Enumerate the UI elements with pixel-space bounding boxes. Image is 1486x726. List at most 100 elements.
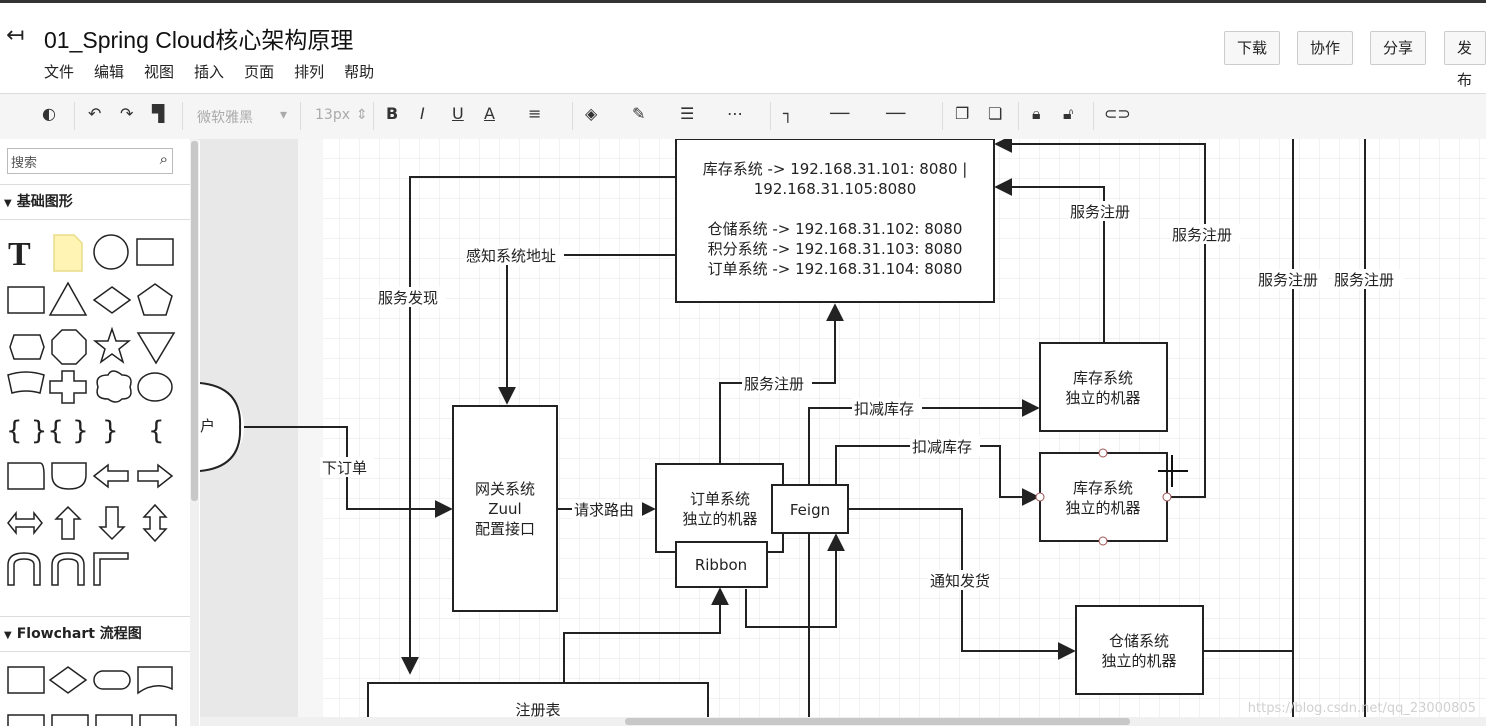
start-arrow-icon[interactable]: ── (830, 104, 849, 123)
right-arrow-shape-icon (137, 463, 174, 489)
decision-shape-icon (48, 666, 88, 694)
cross-shape-icon (49, 370, 87, 404)
style-icon[interactable]: ◐ (42, 104, 56, 123)
shape-sidebar: 搜索 ⌕ ▼ 基础图形 T { }{ } } {▼ Flowchart 流程图 (0, 139, 191, 726)
cloud-shape-icon (96, 370, 132, 403)
brace-left-shape-icon: { (148, 416, 165, 446)
rectangle-shape-icon (136, 238, 174, 266)
menu-page[interactable]: 页面 (244, 61, 274, 82)
connector-type-icon[interactable]: ┐ (783, 104, 793, 123)
document-shape-icon (137, 666, 173, 695)
format-painter-icon[interactable]: ▜ (152, 104, 164, 123)
search-placeholder: 搜索 (11, 156, 38, 171)
download-button[interactable]: 下载 (1224, 31, 1281, 65)
updown-arrow-shape-icon (142, 503, 168, 543)
document-title[interactable]: 01_Spring Cloud核心架构原理 (44, 21, 353, 55)
link-icon[interactable]: ⊂⊃ (1104, 104, 1131, 123)
sidebar-scrollbar[interactable] (190, 139, 199, 726)
label-order-register: 服务注册 (744, 375, 804, 393)
italic-button[interactable]: I (420, 104, 425, 123)
label-register-far-1: 服务注册 (1258, 271, 1318, 289)
sidebar-scroll-thumb[interactable] (191, 141, 198, 501)
flow-shape-icon-c (95, 714, 133, 726)
menu-file[interactable]: 文件 (44, 61, 74, 82)
menu-arrange[interactable]: 排列 (294, 61, 324, 82)
line-dash-icon[interactable]: ⋯ (727, 104, 743, 123)
lock-icon[interactable]: 🔒︎ (1032, 104, 1041, 124)
registry-line-1: 库存系统 -> 192.168.31.101: 8080 | (703, 160, 968, 178)
u-turn-shape-icon (7, 552, 41, 586)
diagram-canvas[interactable]: 户 库存系统 -> 192.168.31.101: 8080 | 192.168… (200, 139, 1486, 726)
funnel-shape-icon (136, 332, 176, 365)
shape-search-input[interactable]: 搜索 ⌕ (7, 148, 173, 174)
canvas-scroll-thumb[interactable] (625, 718, 1130, 725)
font-size-input[interactable]: 13px (315, 107, 350, 123)
corner-shape-icon (93, 552, 129, 586)
ribbon-label: Ribbon (695, 556, 747, 574)
label-request-routing: 请求路由 (574, 501, 634, 519)
left-arrow-shape-icon (92, 463, 129, 489)
publish-button[interactable]: 发布 (1444, 31, 1486, 89)
collaborate-button[interactable]: 协作 (1297, 31, 1354, 65)
format-toolbar: ◐ ↶ ↷ ▜ 微软雅黑 ▾ 13px ⇕ B I U A ≡ ◈ ✎ ☰ ⋯ … (0, 93, 1486, 140)
underline-button[interactable]: U (452, 104, 464, 123)
back-arrow-icon[interactable]: ↤ (6, 23, 24, 48)
undo-icon[interactable]: ↶ (88, 104, 101, 123)
canvas-horizontal-scrollbar[interactable] (200, 717, 1486, 726)
inventory2-line-2: 独立的机器 (1065, 499, 1140, 517)
font-size-stepper-icon[interactable]: ⇕ (356, 107, 368, 123)
diamond-shape-icon (92, 286, 132, 314)
triangle-shape-icon (48, 281, 88, 316)
end-arrow-icon[interactable]: ── (886, 104, 905, 123)
pentagon-shape-icon (137, 283, 173, 316)
registry-line-2: 192.168.31.105:8080 (754, 180, 917, 198)
menu-view[interactable]: 视图 (144, 61, 174, 82)
align-icon[interactable]: ≡ (528, 104, 541, 123)
share-button[interactable]: 分享 (1370, 31, 1427, 65)
architecture-diagram[interactable]: 户 库存系统 -> 192.168.31.101: 8080 | 192.168… (200, 139, 1486, 726)
u-turn-shape2-icon (51, 552, 85, 586)
menu-help[interactable]: 帮助 (344, 61, 374, 82)
label-inventory2-register: 服务注册 (1172, 226, 1232, 244)
collapse-arrow-icon: ▼ (4, 198, 12, 209)
redo-icon[interactable]: ↷ (120, 104, 133, 123)
font-color-button[interactable]: A (484, 104, 495, 123)
flowchart-palette[interactable] (0, 659, 190, 726)
line-color-icon[interactable]: ✎ (632, 104, 645, 123)
fill-color-icon[interactable]: ◈ (585, 104, 597, 123)
down-arrow-shape-icon (98, 506, 126, 541)
menu-bar: 文件 编辑 视图 插入 页面 排列 帮助 (44, 61, 374, 82)
line-width-icon[interactable]: ☰ (680, 104, 694, 123)
octagon-shape-icon (51, 329, 87, 365)
font-family-dropdown-icon[interactable]: ▾ (280, 107, 287, 123)
font-family-select[interactable]: 微软雅黑 (197, 107, 253, 127)
label-inventory1-register: 服务注册 (1070, 203, 1130, 221)
inventory2-line-1: 库存系统 (1073, 479, 1133, 497)
user-node-label: 户 (200, 417, 215, 435)
selection-handle-top (1098, 448, 1108, 458)
collapse-arrow-icon-2: ▼ (4, 630, 12, 641)
section-flowchart-label: Flowchart 流程图 (16, 626, 142, 642)
unlock-icon[interactable]: 🔓︎ (1063, 104, 1073, 124)
basic-shapes-palette[interactable]: T { }{ } } { (0, 227, 190, 607)
registry-line-3: 仓储系统 -> 192.168.31.102: 8080 (708, 220, 963, 238)
section-flowchart[interactable]: ▼ Flowchart 流程图 (0, 616, 190, 652)
send-to-back-icon[interactable]: ❏ (988, 104, 1002, 123)
watermark: https://blog.csdn.net/qq_23000805 (1247, 701, 1476, 716)
label-notify-shipping: 通知发货 (930, 572, 990, 590)
bold-button[interactable]: B (386, 104, 398, 123)
inventory1-box (1039, 342, 1168, 432)
order-line-2: 独立的机器 (682, 510, 757, 528)
bring-to-front-icon[interactable]: ❐ (955, 104, 969, 123)
section-basic-shapes[interactable]: ▼ 基础图形 (0, 184, 190, 220)
section-basic-label: 基础图形 (16, 194, 73, 210)
order-box (655, 463, 784, 553)
label-service-discovery: 服务发现 (378, 289, 438, 307)
selection-handle-right (1162, 492, 1172, 502)
search-icon[interactable]: ⌕ (160, 150, 168, 168)
flow-shape-icon-d (139, 714, 177, 726)
menu-insert[interactable]: 插入 (194, 61, 224, 82)
selection-handle-bottom (1098, 536, 1108, 546)
menu-edit[interactable]: 编辑 (94, 61, 124, 82)
star-shape-icon (92, 326, 132, 364)
